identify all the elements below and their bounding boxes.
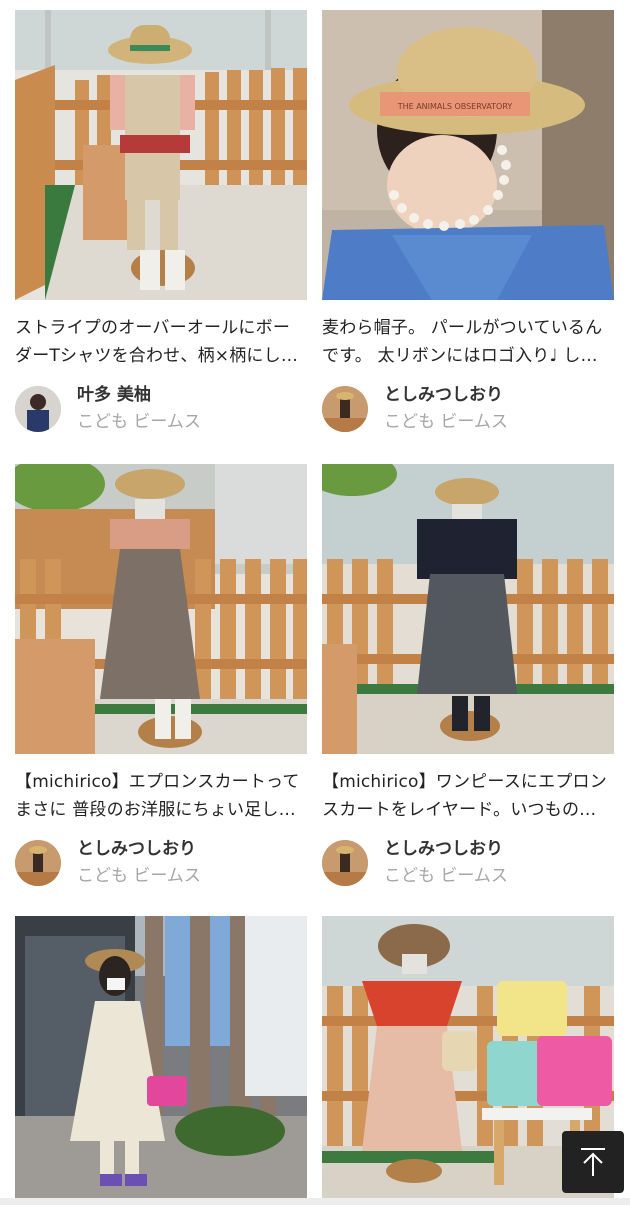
arrow-up-to-top-icon [581, 1148, 605, 1176]
post-caption[interactable]: ストライプのオーバーオールにボーダーTシャツを合わせ、柄×柄にし… [15, 314, 307, 370]
post-card[interactable] [15, 916, 307, 1198]
author-name[interactable]: 叶多 美柚 [77, 383, 201, 407]
post-photo[interactable] [15, 10, 307, 300]
scroll-to-top-button[interactable] [562, 1131, 624, 1193]
post-photo[interactable] [322, 464, 614, 754]
post-caption[interactable]: 【michirico】エプロンスカートってまさに 普段のお洋服にちょい足し… [15, 768, 307, 824]
author-info[interactable]: 叶多 美柚 こども ビームス [15, 384, 307, 434]
avatar[interactable] [15, 840, 61, 886]
bottom-divider [0, 1198, 630, 1205]
avatar[interactable] [322, 840, 368, 886]
avatar[interactable] [15, 386, 61, 432]
post-card[interactable]: 【michirico】エプロンスカートってまさに 普段のお洋服にちょい足し… と… [15, 464, 307, 888]
post-card[interactable]: 【michirico】ワンピースにエプロンスカートをレイヤード。いつもの… とし… [322, 464, 614, 888]
author-name[interactable]: としみつしおり [384, 837, 508, 861]
author-shop: こども ビームス [384, 412, 508, 432]
author-name[interactable]: としみつしおり [77, 837, 201, 861]
post-caption[interactable]: 麦わら帽子。 パールがついているんです。 太リボンにはロゴ入り♩ し… [322, 314, 614, 370]
post-photo[interactable]: THE ANIMALS OBSERVATORY [322, 10, 614, 300]
author-shop: こども ビームス [77, 866, 201, 886]
author-info[interactable]: としみつしおり こども ビームス [15, 838, 307, 888]
author-name[interactable]: としみつしおり [384, 383, 508, 407]
author-shop: こども ビームス [77, 412, 201, 432]
post-caption[interactable]: 【michirico】ワンピースにエプロンスカートをレイヤード。いつもの… [322, 768, 614, 824]
avatar[interactable] [322, 386, 368, 432]
post-card[interactable]: THE ANIMALS OBSERVATORY 麦わら帽子。 パールがついている… [322, 10, 614, 434]
author-shop: こども ビームス [384, 866, 508, 886]
hat-label-text: THE ANIMALS OBSERVATORY [397, 102, 513, 111]
author-info[interactable]: としみつしおり こども ビームス [322, 384, 614, 434]
post-card[interactable]: ストライプのオーバーオールにボーダーTシャツを合わせ、柄×柄にし… 叶多 美柚 … [15, 10, 307, 434]
post-grid: ストライプのオーバーオールにボーダーTシャツを合わせ、柄×柄にし… 叶多 美柚 … [0, 0, 630, 1205]
post-photo[interactable] [15, 464, 307, 754]
author-info[interactable]: としみつしおり こども ビームス [322, 838, 614, 888]
post-photo[interactable] [15, 916, 307, 1198]
